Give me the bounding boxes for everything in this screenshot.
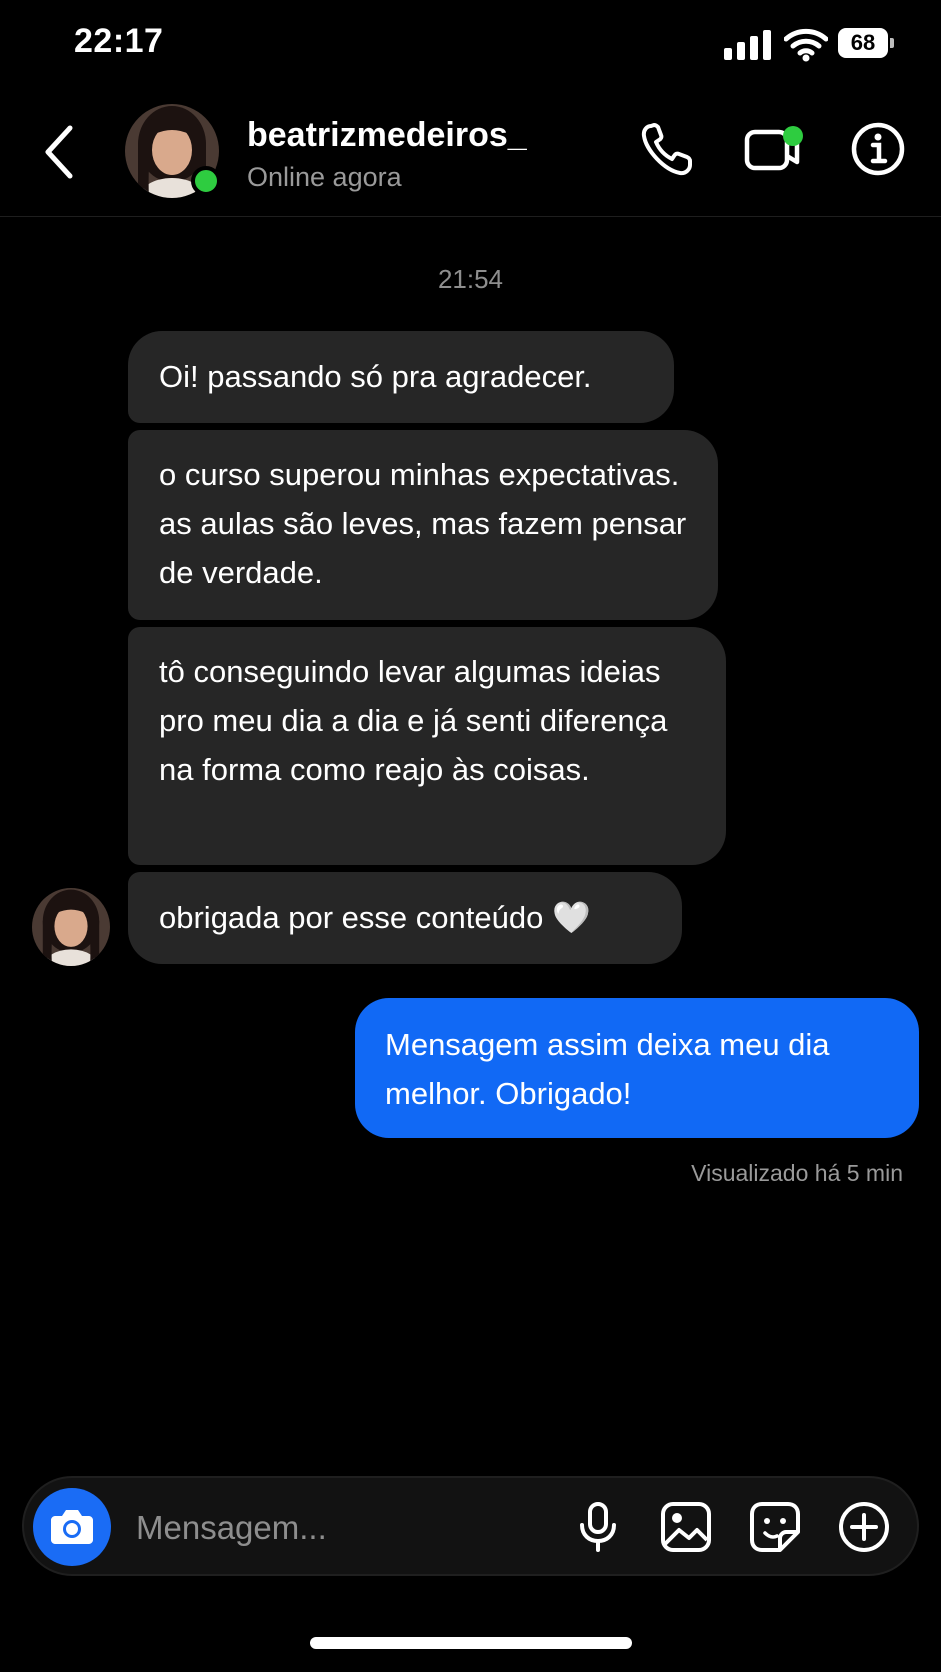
home-indicator[interactable]: [310, 1637, 632, 1649]
incoming-message[interactable]: tô conseguindo levar algumas ideias pro …: [128, 627, 726, 865]
incoming-message[interactable]: o curso superou minhas expectativas. as …: [128, 430, 718, 620]
seen-receipt: Visualizado há 5 min: [691, 1160, 903, 1186]
back-chevron-icon[interactable]: [40, 122, 80, 182]
contact-username[interactable]: beatrizmedeiros_: [247, 116, 527, 155]
message-input[interactable]: [134, 1504, 538, 1552]
sender-avatar[interactable]: [32, 888, 110, 966]
cellular-signal-icon: [724, 28, 774, 60]
info-icon[interactable]: [848, 118, 908, 180]
gallery-icon[interactable]: [659, 1500, 713, 1554]
incoming-message[interactable]: Oi! passando só pra agradecer.: [128, 331, 674, 423]
battery-level: 68: [838, 28, 888, 58]
wifi-icon: [784, 28, 828, 62]
online-status-dot: [191, 166, 221, 196]
video-active-dot: [783, 126, 803, 146]
camera-icon: [51, 1510, 93, 1544]
incoming-message[interactable]: obrigada por esse conteúdo 🤍: [128, 872, 682, 964]
chat-timestamp: 21:54: [437, 264, 504, 294]
battery-icon: 68: [838, 28, 894, 60]
phone-icon[interactable]: [636, 118, 696, 180]
status-time: 22:17: [74, 22, 164, 60]
add-icon[interactable]: [837, 1500, 891, 1554]
sticker-icon[interactable]: [748, 1500, 802, 1554]
microphone-icon[interactable]: [571, 1500, 625, 1554]
outgoing-message[interactable]: Mensagem assim deixa meu dia melhor. Obr…: [355, 998, 919, 1138]
contact-status: Online agora: [247, 162, 402, 192]
camera-button[interactable]: [33, 1488, 111, 1566]
header-divider: [0, 216, 941, 217]
